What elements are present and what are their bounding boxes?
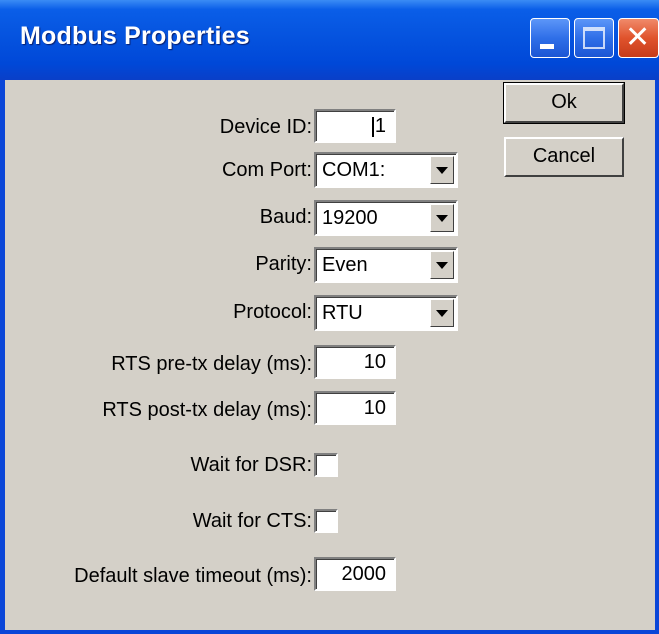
- close-button[interactable]: ✕: [618, 18, 659, 58]
- device-id-value: 1: [374, 115, 386, 137]
- close-icon: ✕: [625, 20, 651, 55]
- dropdown-arrow-icon[interactable]: [430, 299, 454, 327]
- modbus-properties-dialog: Modbus Properties ✕ Device ID: 1 Com Por…: [0, 0, 659, 634]
- dropdown-arrow-icon[interactable]: [430, 204, 454, 232]
- wait-for-dsr-label: Wait for DSR:: [190, 454, 313, 476]
- title-bar[interactable]: Modbus Properties ✕: [0, 0, 659, 80]
- minimize-icon: [540, 44, 554, 49]
- parity-select[interactable]: Even: [314, 247, 458, 283]
- minimize-button[interactable]: [530, 18, 570, 58]
- device-id-input[interactable]: 1: [314, 109, 396, 143]
- wait-for-cts-checkbox[interactable]: [314, 509, 338, 533]
- window-title: Modbus Properties: [20, 22, 250, 50]
- parity-label: Parity:: [255, 253, 312, 275]
- protocol-label: Protocol:: [233, 301, 312, 323]
- protocol-value: RTU: [322, 302, 363, 324]
- maximize-icon: [583, 27, 605, 49]
- baud-label: Baud:: [259, 206, 312, 228]
- rts-pre-delay-input[interactable]: 10: [314, 345, 396, 379]
- slave-timeout-label: Default slave timeout (ms):: [74, 565, 312, 587]
- cancel-button[interactable]: Cancel: [504, 137, 624, 177]
- parity-value: Even: [322, 254, 368, 276]
- ok-button[interactable]: Ok: [503, 82, 625, 124]
- protocol-select[interactable]: RTU: [314, 295, 458, 331]
- slave-timeout-input[interactable]: 2000: [314, 557, 396, 591]
- rts-post-delay-label: RTS post-tx delay (ms):: [102, 399, 312, 421]
- baud-value: 19200: [322, 207, 378, 229]
- wait-for-cts-label: Wait for CTS:: [192, 510, 312, 532]
- dropdown-arrow-icon[interactable]: [430, 251, 454, 279]
- com-port-value: COM1:: [322, 159, 386, 181]
- wait-for-dsr-checkbox[interactable]: [314, 453, 338, 477]
- rts-post-delay-input[interactable]: 10: [314, 391, 396, 425]
- com-port-label: Com Port:: [221, 159, 312, 181]
- dropdown-arrow-icon[interactable]: [430, 156, 454, 184]
- text-caret: [371, 116, 374, 137]
- dialog-client-area: Device ID: 1 Com Port: COM1: Baud: 19200…: [5, 80, 655, 630]
- baud-select[interactable]: 19200: [314, 200, 458, 236]
- device-id-label: Device ID:: [219, 116, 312, 138]
- rts-pre-delay-label: RTS pre-tx delay (ms):: [111, 353, 312, 375]
- maximize-button[interactable]: [574, 18, 614, 58]
- com-port-select[interactable]: COM1:: [314, 152, 458, 188]
